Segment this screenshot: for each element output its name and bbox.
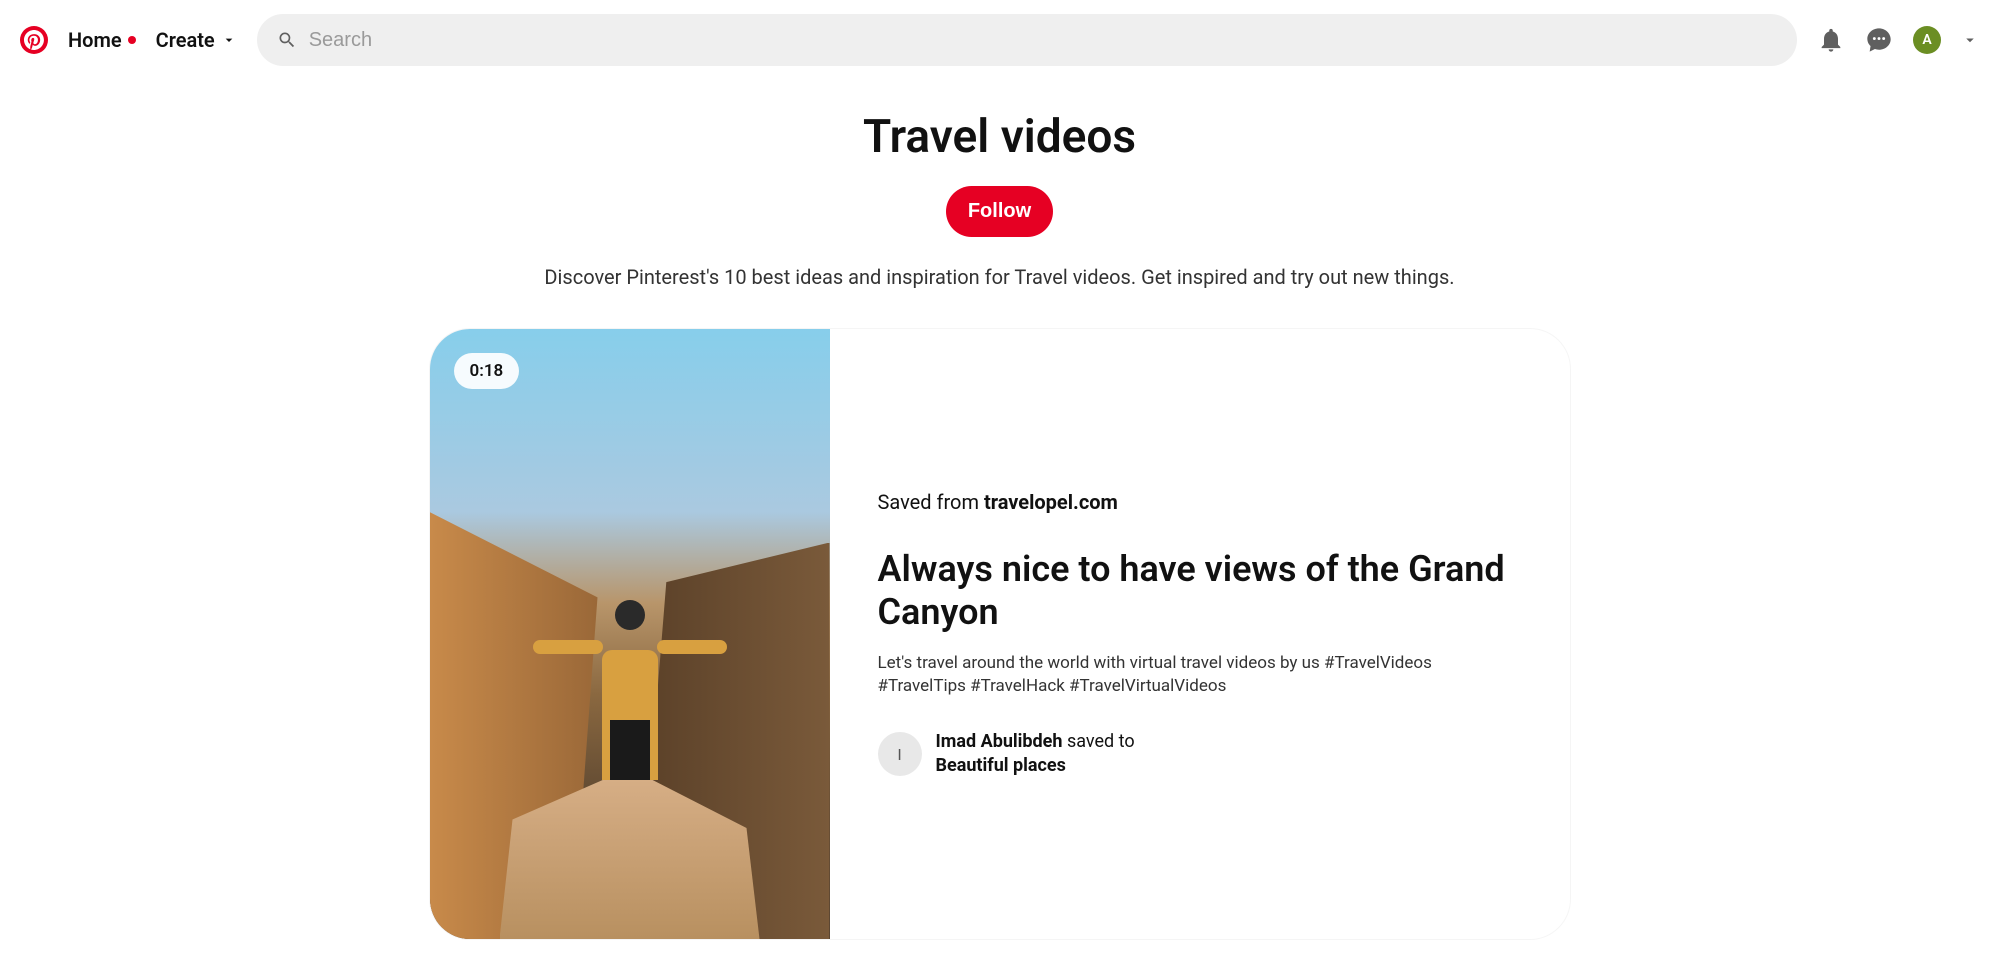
saver-name[interactable]: Imad Abulibdeh <box>936 731 1063 752</box>
home-nav[interactable]: Home <box>68 28 136 52</box>
chevron-down-icon <box>221 32 237 48</box>
create-label: Create <box>156 28 215 52</box>
pin-title[interactable]: Always nice to have views of the Grand C… <box>878 548 1522 634</box>
saver-avatar-initial: I <box>897 745 901 764</box>
page-description: Discover Pinterest's 10 best ideas and i… <box>220 265 1780 289</box>
person-illustration <box>565 600 695 780</box>
pin-image[interactable]: 0:18 <box>430 329 830 939</box>
saved-from-domain: travelopel.com <box>984 490 1118 514</box>
follow-button[interactable]: Follow <box>946 186 1053 237</box>
pin-body: Saved from travelopel.com Always nice to… <box>830 329 1570 939</box>
messages-icon[interactable] <box>1865 26 1893 54</box>
home-label: Home <box>68 28 122 52</box>
page-title: Travel videos <box>220 110 1780 164</box>
search-bar[interactable] <box>257 14 1797 66</box>
saver-row: I Imad Abulibdeh saved to Beautiful plac… <box>878 730 1522 779</box>
search-input[interactable] <box>309 29 1777 52</box>
pin-card: 0:18 Saved from travelopel.com Always ni… <box>430 329 1570 939</box>
saver-board[interactable]: Beautiful places <box>936 755 1066 776</box>
create-nav[interactable]: Create <box>156 28 237 52</box>
saver-text: Imad Abulibdeh saved to Beautiful places <box>936 730 1135 779</box>
user-avatar[interactable]: A <box>1913 26 1941 54</box>
video-duration-badge: 0:18 <box>454 353 520 389</box>
saved-from[interactable]: Saved from travelopel.com <box>878 490 1522 514</box>
pin-description: Let's travel around the world with virtu… <box>878 652 1522 698</box>
pinterest-icon <box>24 30 44 50</box>
saved-from-prefix: Saved from <box>878 490 984 514</box>
search-icon <box>277 30 297 50</box>
account-chevron-down-icon[interactable] <box>1961 31 1979 49</box>
avatar-initial: A <box>1922 32 1931 48</box>
pinterest-logo[interactable] <box>20 26 48 54</box>
header: Home Create A <box>0 0 1999 80</box>
saved-to-text: saved to <box>1062 731 1134 752</box>
bell-icon[interactable] <box>1817 26 1845 54</box>
saver-avatar[interactable]: I <box>878 732 922 776</box>
main-content: Travel videos Follow Discover Pinterest'… <box>200 80 1800 969</box>
notification-dot-icon <box>128 36 136 44</box>
